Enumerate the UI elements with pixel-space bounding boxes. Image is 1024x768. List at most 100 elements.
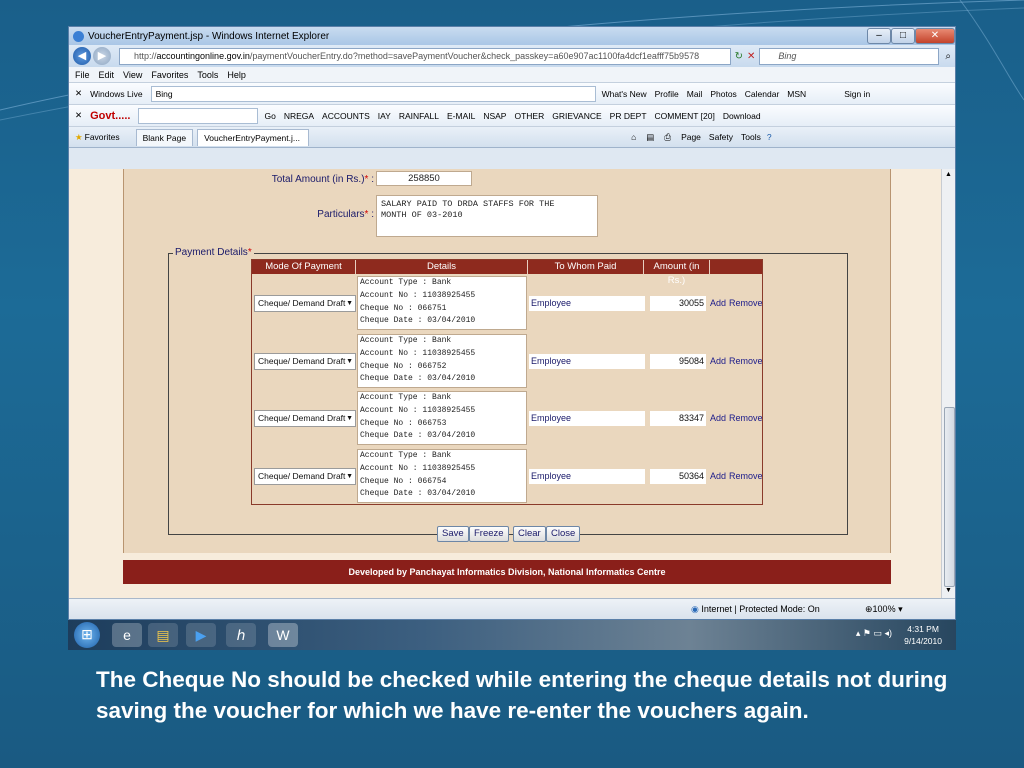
favorites-button[interactable]: Favorites — [85, 132, 120, 142]
amount-field[interactable]: 95084 — [650, 354, 706, 369]
windows-live-brand[interactable]: Windows Live — [90, 89, 142, 99]
govt-item-accounts[interactable]: ACCOUNTS — [322, 111, 370, 121]
govt-go-button[interactable]: Go — [264, 111, 275, 121]
col-details: Details — [356, 260, 528, 274]
menu-file[interactable]: File — [75, 70, 90, 80]
live-link-calendar[interactable]: Calendar — [745, 89, 780, 99]
word-icon[interactable]: W — [268, 623, 298, 647]
close-button[interactable]: Close — [546, 526, 581, 542]
live-link-whats-new[interactable]: What's New — [602, 89, 647, 99]
amount-field[interactable]: 30055 — [650, 296, 706, 311]
govt-item-nsap[interactable]: NSAP — [483, 111, 506, 121]
clear-button[interactable]: Clear — [513, 526, 546, 542]
details-textarea[interactable]: Account Type : Bank Account No : 1103892… — [357, 391, 527, 445]
freeze-button[interactable]: Freeze — [469, 526, 509, 542]
scroll-thumb[interactable] — [944, 407, 955, 587]
amount-field[interactable]: 50364 — [650, 469, 706, 484]
govt-item-pr-dept[interactable]: PR DEPT — [610, 111, 647, 121]
paid-to-field[interactable]: Employee — [529, 411, 645, 426]
menu-tools[interactable]: Tools — [197, 70, 218, 80]
govt-search-input[interactable] — [138, 107, 259, 124]
search-input[interactable]: Bing — [759, 47, 940, 65]
live-search-input[interactable]: Bing — [150, 85, 596, 102]
govt-item-nrega[interactable]: NREGA — [284, 111, 314, 121]
command-tools[interactable]: Tools — [741, 132, 761, 142]
media-player-icon[interactable]: ▶ — [186, 623, 216, 647]
live-link-mail[interactable]: Mail — [687, 89, 703, 99]
live-link-profile[interactable]: Profile — [655, 89, 679, 99]
govt-item-grievance[interactable]: GRIEVANCE — [552, 111, 601, 121]
back-button[interactable]: ◀ — [73, 47, 91, 65]
tab-blank-page[interactable]: Blank Page — [135, 128, 194, 146]
system-tray[interactable]: ▴ ⚑ ▭ ◂) — [856, 628, 892, 639]
govt-brand[interactable]: Govt..... — [90, 110, 130, 122]
govt-item-comment[interactable]: COMMENT [20] — [655, 111, 715, 121]
add-link[interactable]: Add — [710, 298, 726, 308]
govt-item-other[interactable]: OTHER — [514, 111, 544, 121]
zoom-level[interactable]: ⊕100% ▾ — [865, 604, 903, 615]
minimize-button[interactable]: – — [867, 28, 891, 44]
save-button[interactable]: Save — [437, 526, 469, 542]
toolbar-close-icon[interactable]: ✕ — [75, 110, 82, 121]
col-actions — [710, 260, 762, 274]
paid-to-field[interactable]: Employee — [529, 469, 645, 484]
scroll-down-icon[interactable]: ▼ — [945, 587, 952, 594]
paid-to-field[interactable]: Employee — [529, 296, 645, 311]
particulars-textarea[interactable]: SALARY PAID TO DRDA STAFFS FOR THE MONTH… — [376, 195, 598, 237]
protected-mode-status: ◉ Internet | Protected Mode: On — [691, 604, 820, 614]
refresh-icon[interactable]: ↻ — [735, 51, 743, 62]
forward-button[interactable]: ▶ — [93, 47, 111, 65]
menu-view[interactable]: View — [123, 70, 142, 80]
mode-select[interactable]: Cheque/ Demand Draft ▼ — [254, 295, 356, 312]
mode-select[interactable]: Cheque/ Demand Draft ▼ — [254, 410, 356, 427]
govt-item-iay[interactable]: IAY — [378, 111, 391, 121]
vertical-scrollbar[interactable]: ▲ ▼ — [941, 169, 955, 598]
remove-link[interactable]: Remove — [729, 298, 763, 308]
total-amount-field[interactable]: 258850 — [376, 171, 472, 186]
mode-select[interactable]: Cheque/ Demand Draft ▼ — [254, 468, 356, 485]
govt-item-email[interactable]: E-MAIL — [447, 111, 475, 121]
add-link[interactable]: Add — [710, 413, 726, 423]
stop-icon[interactable]: ✕ — [747, 51, 755, 62]
home-icon[interactable]: ⌂ — [631, 132, 636, 142]
live-link-photos[interactable]: Photos — [710, 89, 736, 99]
menu-help[interactable]: Help — [227, 70, 246, 80]
status-bar: ◉ Internet | Protected Mode: On ⊕100% ▾ — [69, 598, 955, 619]
add-link[interactable]: Add — [710, 471, 726, 481]
ie-taskbar-icon[interactable]: e — [112, 623, 142, 647]
maximize-button[interactable]: □ — [891, 28, 915, 44]
menu-favorites[interactable]: Favorites — [151, 70, 188, 80]
feeds-icon[interactable]: ▤ — [646, 132, 654, 143]
toolbar-close-icon[interactable]: ✕ — [75, 88, 82, 99]
paid-to-field[interactable]: Employee — [529, 354, 645, 369]
remove-link[interactable]: Remove — [729, 413, 763, 423]
print-icon[interactable]: ⎙ — [664, 132, 671, 143]
menu-edit[interactable]: Edit — [99, 70, 115, 80]
search-icon[interactable]: ⌕ — [945, 51, 951, 62]
add-link[interactable]: Add — [710, 356, 726, 366]
tab-voucher-entry[interactable]: VoucherEntryPayment.j... — [197, 128, 310, 146]
live-signin[interactable]: Sign in — [844, 89, 870, 99]
explorer-taskbar-icon[interactable]: ▤ — [148, 623, 178, 647]
clock[interactable]: 4:31 PM 9/14/2010 — [904, 623, 942, 647]
amount-field[interactable]: 83347 — [650, 411, 706, 426]
govt-item-download[interactable]: Download — [723, 111, 761, 121]
help-icon[interactable]: ? — [767, 132, 772, 142]
remove-link[interactable]: Remove — [729, 356, 763, 366]
details-textarea[interactable]: Account Type : Bank Account No : 1103892… — [357, 334, 527, 388]
details-textarea[interactable]: Account Type : Bank Account No : 1103892… — [357, 449, 527, 503]
command-page[interactable]: Page — [681, 132, 701, 142]
remove-link[interactable]: Remove — [729, 471, 763, 481]
slide-caption: The Cheque No should be checked while en… — [96, 667, 948, 723]
govt-item-rainfall[interactable]: RAINFALL — [399, 111, 439, 121]
address-input[interactable]: http://accountingonline.gov.in/paymentVo… — [119, 47, 731, 65]
scroll-up-icon[interactable]: ▲ — [945, 171, 952, 178]
command-safety[interactable]: Safety — [709, 132, 733, 142]
hp-icon[interactable]: ℎ — [226, 623, 256, 647]
live-link-msn[interactable]: MSN — [787, 89, 806, 99]
zoom-icon: ⊕ — [865, 604, 873, 614]
start-button[interactable]: ⊞ — [74, 622, 100, 648]
close-window-button[interactable]: ✕ — [915, 28, 955, 44]
details-textarea[interactable]: Account Type : Bank Account No : 1103892… — [357, 276, 527, 330]
mode-select[interactable]: Cheque/ Demand Draft ▼ — [254, 353, 356, 370]
